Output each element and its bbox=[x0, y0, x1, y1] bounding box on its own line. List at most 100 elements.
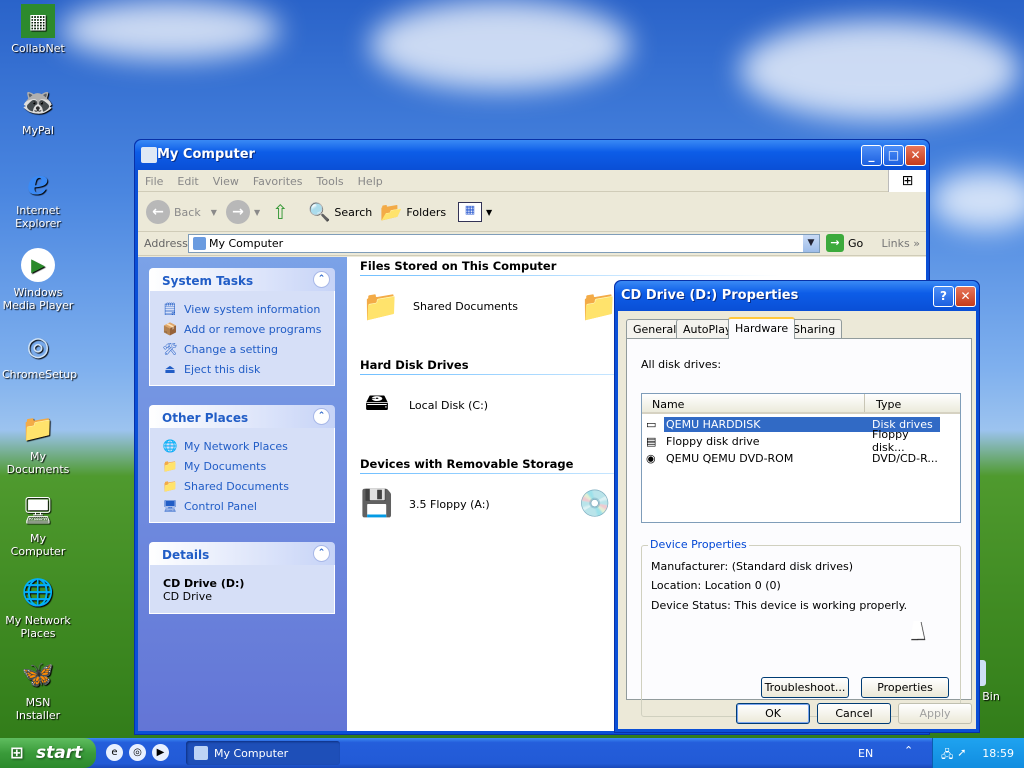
back-button[interactable]: ← Back ▼ bbox=[146, 198, 217, 226]
desktop-icon-chromesetup[interactable]: ◎ ChromeSetup bbox=[2, 330, 77, 381]
place-control-panel[interactable]: 🖥 Control Panel bbox=[162, 496, 334, 516]
network-tray-icon[interactable]: 🖧 bbox=[941, 746, 953, 765]
chevron-down-icon: ▼ bbox=[254, 207, 261, 217]
cd-drive-icon: ◉ bbox=[646, 452, 656, 465]
collapse-icon[interactable]: ⌃ bbox=[313, 545, 330, 562]
taskbar-item-my-computer[interactable]: My Computer bbox=[186, 741, 340, 765]
computer-icon bbox=[141, 147, 157, 163]
minimize-button[interactable]: _ bbox=[861, 145, 882, 166]
menu-favorites[interactable]: Favorites bbox=[246, 170, 310, 188]
views-button[interactable]: ▦ ▼ bbox=[458, 198, 492, 226]
up-folder-icon: ⇧ bbox=[272, 200, 289, 224]
media-player-icon: ▶ bbox=[21, 248, 55, 282]
menu-edit[interactable]: Edit bbox=[170, 170, 205, 188]
start-button[interactable]: ⊞ start bbox=[0, 738, 96, 768]
quick-launch: e ◎ ▶ bbox=[106, 744, 169, 761]
location-text: Location: Location 0 (0) bbox=[651, 579, 781, 592]
menu-view[interactable]: View bbox=[206, 170, 246, 188]
maximize-button[interactable]: □ bbox=[883, 145, 904, 166]
folders-button[interactable]: 📂 Folders bbox=[380, 198, 446, 226]
address-input[interactable]: My Computer ▼ bbox=[188, 234, 820, 253]
item-local-disk-c[interactable]: 🖴 Local Disk (C:) bbox=[353, 385, 488, 425]
desktop-icon-label: MSN Installer bbox=[15, 696, 61, 722]
window-title: My Computer bbox=[157, 147, 255, 162]
collapse-icon[interactable]: ⌃ bbox=[313, 271, 330, 288]
dialog-titlebar[interactable]: CD Drive (D:) Properties ? ✕ bbox=[615, 281, 979, 311]
chevron-down-icon[interactable]: ▼ bbox=[803, 235, 819, 252]
control-panel-icon: 🖥 bbox=[162, 499, 178, 513]
views-icon: ▦ bbox=[458, 202, 482, 222]
dialog-close-button[interactable]: ✕ bbox=[955, 286, 976, 307]
item-label: Local Disk (C:) bbox=[409, 398, 489, 412]
chevron-down-icon: ▼ bbox=[486, 207, 493, 217]
item-label: 3.5 Floppy (A:) bbox=[409, 497, 490, 511]
programs-icon: 📦 bbox=[162, 322, 178, 336]
list-header: Name Type bbox=[642, 394, 960, 414]
explorer-titlebar[interactable]: My Computer _ □ ✕ bbox=[135, 140, 929, 170]
panel-title: Details bbox=[162, 548, 210, 562]
chrome-icon[interactable]: ◎ bbox=[129, 744, 146, 761]
folder-icon: 📁 bbox=[162, 459, 178, 473]
list-item[interactable]: ▤ Floppy disk drive Floppy disk... bbox=[646, 428, 942, 454]
desktop-icon-msn-installer[interactable]: 🦋 MSN Installer bbox=[2, 658, 74, 722]
back-label: Back bbox=[174, 205, 201, 219]
item-floppy-a[interactable]: 💾 3.5 Floppy (A:) bbox=[353, 484, 490, 524]
forward-button[interactable]: → ▼ bbox=[226, 198, 260, 226]
tray-expand-icon[interactable]: ⌃ bbox=[904, 744, 913, 757]
desktop-icon-my-network-places[interactable]: 🌐 My Network Places bbox=[2, 576, 74, 640]
address-label: Address bbox=[144, 237, 188, 250]
safely-remove-icon[interactable]: ➚ bbox=[957, 746, 966, 765]
close-button[interactable]: ✕ bbox=[905, 145, 926, 166]
menu-help[interactable]: Help bbox=[351, 170, 390, 188]
system-tasks-header[interactable]: System Tasks ⌃ bbox=[149, 268, 335, 291]
task-eject-disk[interactable]: ⏏ Eject this disk bbox=[162, 359, 334, 379]
cancel-button[interactable]: Cancel bbox=[817, 703, 891, 724]
item-shared-documents[interactable]: 📁 Shared Documents bbox=[357, 286, 518, 326]
troubleshoot-button[interactable]: Troubleshoot... bbox=[761, 677, 849, 698]
up-button[interactable]: ⇧ bbox=[272, 198, 289, 226]
apply-button[interactable]: Apply bbox=[898, 703, 972, 724]
tab-general[interactable]: General bbox=[626, 319, 684, 338]
address-bar: Address My Computer ▼ → Go Links » bbox=[138, 232, 926, 256]
column-divider[interactable] bbox=[864, 394, 865, 412]
help-button[interactable]: ? bbox=[933, 286, 954, 307]
column-name[interactable]: Name bbox=[652, 398, 684, 411]
menu-tools[interactable]: Tools bbox=[310, 170, 351, 188]
place-my-network-places[interactable]: 🌐 My Network Places bbox=[162, 436, 334, 456]
clock[interactable]: 18:59 bbox=[982, 747, 1014, 760]
desktop-icon-label: Internet Explorer bbox=[15, 204, 61, 230]
go-button[interactable]: → Go bbox=[826, 234, 863, 252]
place-shared-documents[interactable]: 📁 Shared Documents bbox=[162, 476, 334, 496]
task-add-remove-programs[interactable]: 📦 Add or remove programs bbox=[162, 319, 334, 339]
collapse-icon[interactable]: ⌃ bbox=[313, 408, 330, 425]
task-change-setting[interactable]: 🛠 Change a setting bbox=[162, 339, 334, 359]
internet-explorer-icon[interactable]: e bbox=[106, 744, 123, 761]
task-view-system-info[interactable]: 🗒 View system information bbox=[162, 299, 334, 319]
details-header[interactable]: Details ⌃ bbox=[149, 542, 335, 565]
disk-drives-list[interactable]: Name Type ▭ QEMU HARDDISK Disk drives ▤ … bbox=[641, 393, 961, 523]
folders-label: Folders bbox=[406, 205, 447, 219]
properties-button[interactable]: Properties bbox=[861, 677, 949, 698]
desktop-icon-my-computer[interactable]: 🖥 My Computer bbox=[2, 494, 74, 558]
desktop-icon-windows-media-player[interactable]: ▶ Windows Media Player bbox=[2, 248, 74, 312]
tab-hardware[interactable]: Hardware bbox=[728, 317, 796, 339]
links-button[interactable]: Links » bbox=[882, 237, 921, 250]
ok-button[interactable]: OK bbox=[736, 703, 810, 724]
search-button[interactable]: 🔍 Search bbox=[308, 198, 372, 226]
desktop-icon-my-documents[interactable]: 📁 My Documents bbox=[2, 412, 74, 476]
language-indicator[interactable]: EN bbox=[858, 747, 873, 760]
desktop-icon-internet-explorer[interactable]: ℯ Internet Explorer bbox=[2, 163, 74, 230]
item-cd-drive[interactable]: 💿 bbox=[571, 484, 619, 524]
media-player-icon[interactable]: ▶ bbox=[152, 744, 169, 761]
menu-file[interactable]: File bbox=[138, 170, 170, 188]
desktop-icon-collabnet[interactable]: ▦ CollabNet bbox=[2, 4, 74, 55]
list-item[interactable]: ◉ QEMU QEMU DVD-ROM DVD/CD-R... bbox=[646, 450, 942, 466]
go-arrow-icon: → bbox=[826, 234, 844, 252]
column-type[interactable]: Type bbox=[876, 398, 901, 411]
item-label: Shared Documents bbox=[413, 299, 518, 313]
floppy-icon: ▤ bbox=[646, 435, 657, 448]
start-label: start bbox=[36, 743, 83, 763]
place-my-documents[interactable]: 📁 My Documents bbox=[162, 456, 334, 476]
other-places-header[interactable]: Other Places ⌃ bbox=[149, 405, 335, 428]
desktop-icon-mypal[interactable]: 🦝 MyPal bbox=[2, 86, 74, 137]
